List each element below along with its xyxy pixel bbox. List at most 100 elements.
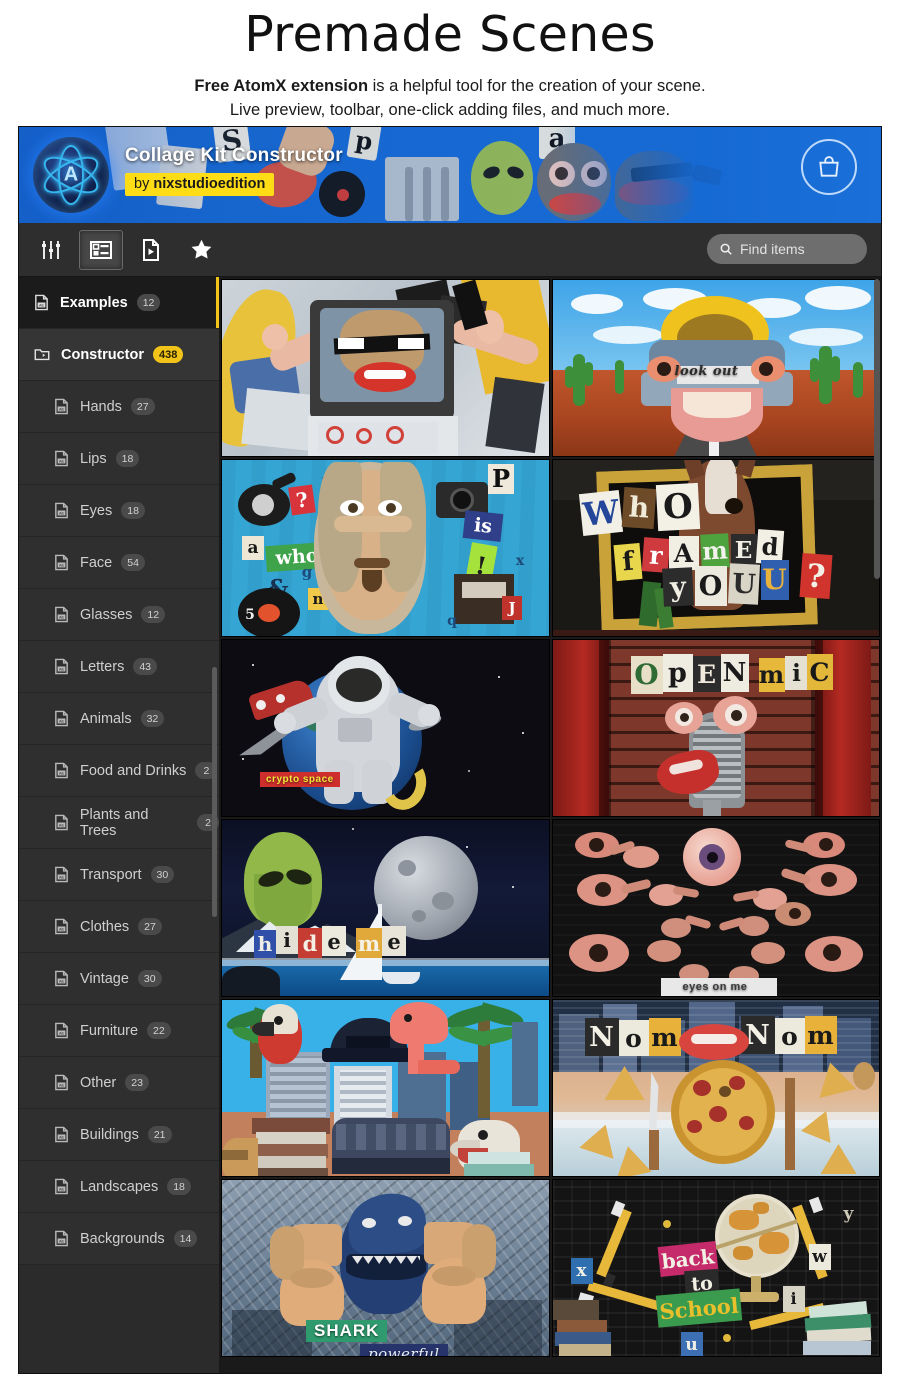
tile-look-out[interactable]: look out bbox=[552, 279, 881, 457]
search-placeholder: Find items bbox=[740, 241, 805, 257]
extension-banner: S p a bbox=[19, 127, 881, 223]
sidebar-item-count: 12 bbox=[141, 606, 165, 623]
tile-tropical[interactable] bbox=[221, 999, 550, 1177]
tile-who-is[interactable]: ? 3 a who g & 5 n P is ! J x q bbox=[221, 459, 550, 637]
sidebar-item-constructor[interactable]: Constructor 438 bbox=[19, 329, 219, 381]
favorites-button[interactable] bbox=[179, 230, 223, 270]
tile-who-framed[interactable]: W h O f r A m E d y O U U ? bbox=[552, 459, 881, 637]
svg-text:AE: AE bbox=[59, 876, 65, 880]
sidebar-scrollbar[interactable] bbox=[212, 667, 217, 917]
tile-caption-2: powerful bbox=[360, 1344, 448, 1356]
shopping-bag-icon bbox=[816, 154, 842, 180]
file-play-button[interactable] bbox=[129, 230, 173, 270]
shopping-bag-button[interactable] bbox=[801, 139, 857, 195]
sidebar-item-food-and-drinks[interactable]: AEFood and Drinks2 bbox=[19, 745, 219, 797]
sidebar-item-count: 30 bbox=[151, 866, 175, 883]
sidebar-item-label: Other bbox=[80, 1075, 116, 1091]
tile-eyes-on-me[interactable]: eyes on me bbox=[552, 819, 881, 997]
sidebar-label-constructor: Constructor bbox=[61, 347, 144, 363]
sidebar-item-label: Lips bbox=[80, 451, 107, 467]
category-sidebar[interactable]: AE Examples 12 Constructor 438 AE Hands 27… bbox=[19, 277, 219, 1374]
tile-artwork: ? 3 a who g & 5 n P is ! J x q bbox=[222, 460, 549, 636]
tile-back-to-school[interactable]: x w y u i back to School bbox=[552, 1179, 881, 1357]
tile-hide-me[interactable]: h i d e m e bbox=[221, 819, 550, 997]
tile-shark[interactable]: SHARK powerful bbox=[221, 1179, 550, 1357]
product-title: Collage Kit Constructor bbox=[125, 145, 343, 167]
sidebar-item-count: 27 bbox=[138, 918, 162, 935]
sidebar-item-animals[interactable]: AEAnimals32 bbox=[19, 693, 219, 745]
ae-file-icon: AE bbox=[53, 814, 70, 831]
sidebar-item-label: Letters bbox=[80, 659, 124, 675]
ae-file-icon: AE bbox=[53, 710, 70, 727]
app-body: AE Examples 12 Constructor 438 AE Hands 27… bbox=[19, 277, 881, 1374]
sidebar-item-other[interactable]: AEOther23 bbox=[19, 1057, 219, 1109]
sidebar-item-examples[interactable]: AE Examples 12 bbox=[19, 277, 219, 329]
tile-artwork: crypto space bbox=[222, 640, 549, 816]
svg-text:AE: AE bbox=[39, 304, 45, 308]
grid-scrollbar[interactable] bbox=[874, 279, 880, 579]
sidebar-item-glasses[interactable]: AEGlasses12 bbox=[19, 589, 219, 641]
author-prefix: by bbox=[134, 176, 153, 192]
sidebar-item-label: Eyes bbox=[80, 503, 112, 519]
sidebar-item-count: 21 bbox=[148, 1126, 172, 1143]
search-input[interactable]: Find items bbox=[707, 234, 867, 264]
ae-file-icon: AE bbox=[53, 606, 70, 623]
tile-artwork: look out bbox=[553, 280, 880, 456]
tile-tv-head[interactable] bbox=[221, 279, 550, 457]
tile-artwork: W h O f r A m E d y O U U ? bbox=[553, 460, 880, 636]
sidebar-item-count: 14 bbox=[174, 1230, 198, 1247]
sidebar-item-eyes[interactable]: AEEyes18 bbox=[19, 485, 219, 537]
svg-text:AE: AE bbox=[59, 564, 65, 568]
svg-text:AE: AE bbox=[59, 1136, 65, 1140]
tile-nom-nom[interactable]: N o m N o m bbox=[552, 999, 881, 1177]
sidebar-item-count: 27 bbox=[131, 398, 155, 415]
svg-text:AE: AE bbox=[59, 668, 65, 672]
sidebar-item-furniture[interactable]: AEFurniture22 bbox=[19, 1005, 219, 1057]
sidebar-item-count: 18 bbox=[167, 1178, 191, 1195]
sidebar-count-constructor: 438 bbox=[153, 346, 183, 363]
sidebar-item-buildings[interactable]: AEBuildings21 bbox=[19, 1109, 219, 1161]
tile-open-mic[interactable]: O p E N m i C bbox=[552, 639, 881, 817]
app-toolbar: Find items bbox=[19, 223, 881, 277]
ae-file-icon: AE bbox=[53, 1074, 70, 1091]
sidebar-item-backgrounds[interactable]: AEBackgrounds14 bbox=[19, 1213, 219, 1265]
svg-text:AE: AE bbox=[59, 1240, 65, 1244]
sidebar-item-plants-and-trees[interactable]: AEPlants and Trees2 bbox=[19, 797, 219, 849]
scene-grid-panel: look out ? 3 a who g & 5 n P is ! J x q … bbox=[219, 277, 881, 1374]
svg-text:AE: AE bbox=[59, 980, 65, 984]
ae-file-icon: AE bbox=[53, 918, 70, 935]
list-view-button[interactable] bbox=[79, 230, 123, 270]
folder-icon bbox=[33, 346, 51, 363]
sidebar-item-label: Furniture bbox=[80, 1023, 138, 1039]
sidebar-item-transport[interactable]: AE Transport 30 bbox=[19, 849, 219, 901]
sidebar-item-landscapes[interactable]: AELandscapes18 bbox=[19, 1161, 219, 1213]
sidebar-item-lips[interactable]: AELips18 bbox=[19, 433, 219, 485]
ae-file-icon: AE bbox=[53, 502, 70, 519]
ae-file-icon: AE bbox=[53, 398, 70, 415]
sidebar-item-clothes[interactable]: AEClothes27 bbox=[19, 901, 219, 953]
ae-file-icon: AE bbox=[53, 1230, 70, 1247]
ae-file-icon: AE bbox=[53, 970, 70, 987]
tile-crypto-space[interactable]: crypto space bbox=[221, 639, 550, 817]
tile-artwork bbox=[222, 1000, 549, 1176]
tile-artwork: N o m N o m bbox=[553, 1000, 880, 1176]
sidebar-item-label: Face bbox=[80, 555, 112, 571]
sidebar-item-face[interactable]: AEFace54 bbox=[19, 537, 219, 589]
svg-text:AE: AE bbox=[59, 616, 65, 620]
promo-subtitle-rest: is a helpful tool for the creation of yo… bbox=[368, 77, 706, 95]
tile-artwork: eyes on me bbox=[553, 820, 880, 996]
svg-text:AE: AE bbox=[59, 512, 65, 516]
sidebar-item-label: Transport bbox=[80, 867, 142, 883]
promo-subtitle: Free AtomX extension is a helpful tool f… bbox=[0, 75, 900, 123]
sidebar-item-label: Hands bbox=[80, 399, 122, 415]
sidebar-item-hands[interactable]: AE Hands 27 bbox=[19, 381, 219, 433]
ae-file-icon: AE bbox=[53, 554, 70, 571]
promo-subtitle-bold: Free AtomX extension bbox=[194, 77, 368, 95]
svg-text:AE: AE bbox=[59, 720, 65, 724]
sidebar-subcategory-list: AEHands27 AELips18 AEEyes18 AEFace54 AEG… bbox=[19, 381, 219, 1265]
sidebar-item-letters[interactable]: AELetters43 bbox=[19, 641, 219, 693]
svg-text:AE: AE bbox=[59, 928, 65, 932]
sidebar-item-vintage[interactable]: AEVintage30 bbox=[19, 953, 219, 1005]
sliders-button[interactable] bbox=[29, 230, 73, 270]
logo-letter: A bbox=[64, 164, 78, 187]
